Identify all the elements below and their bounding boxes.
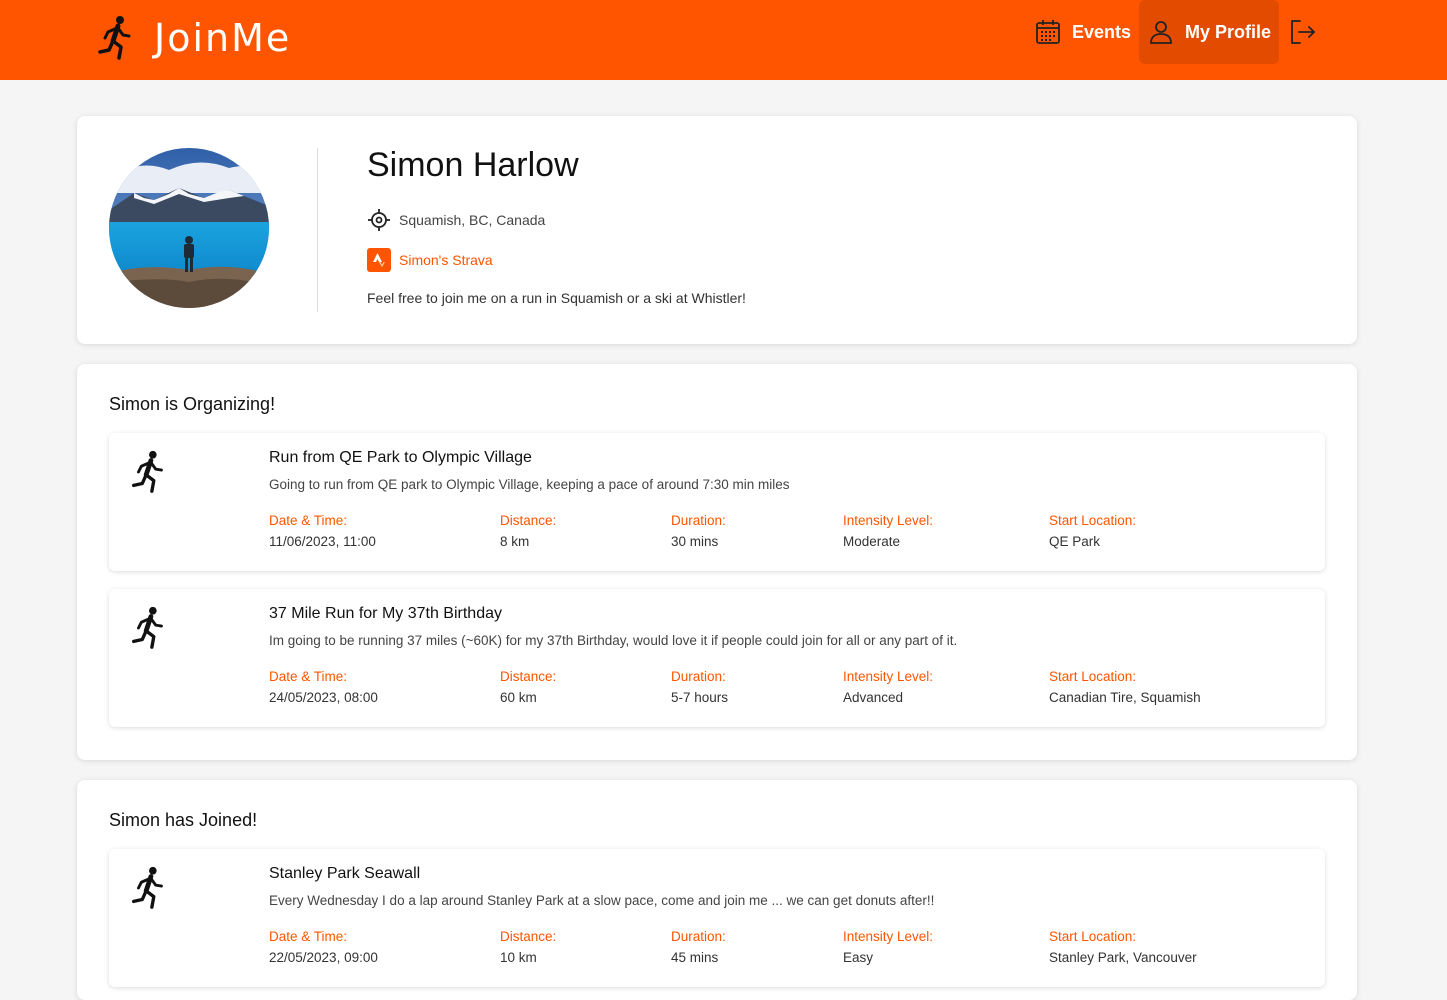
date-value: 11/06/2023, 11:00 [269,534,376,549]
profile-card: Simon Harlow Squamish, BC, Canada Simon'… [77,116,1357,344]
event-card[interactable]: Stanley Park Seawall Every Wednesday I d… [109,849,1325,987]
intensity-label: Intensity Level: [843,929,934,944]
date-label: Date & Time: [269,929,348,944]
event-duration-field: Duration: 5-7 hours [671,669,728,705]
logout-button[interactable] [1279,0,1327,64]
strava-icon [367,248,391,272]
distance-value: 8 km [500,534,530,549]
intensity-value: Easy [843,950,874,965]
main-nav: Events My Profile [1026,0,1327,64]
date-value: 22/05/2023, 09:00 [269,950,378,965]
event-title[interactable]: 37 Mile Run for My 37th Birthday [269,605,502,623]
organizing-title: Simon is Organizing! [109,394,276,414]
event-distance-field: Distance: 10 km [500,929,556,965]
start-value: Stanley Park, Vancouver [1049,950,1197,965]
brand-name: JoinMe [154,16,292,60]
logout-icon [1291,20,1315,44]
event-description: Going to run from QE park to Olympic Vil… [269,477,790,492]
event-start-field: Start Location: QE Park [1049,513,1136,549]
duration-value: 30 mins [671,534,719,549]
calendar-icon [1036,20,1060,44]
event-date-field: Date & Time: 24/05/2023, 08:00 [269,669,378,705]
intensity-value: Advanced [843,690,904,705]
nav-events[interactable]: Events [1026,0,1139,64]
event-distance-field: Distance: 8 km [500,513,556,549]
event-intensity-field: Intensity Level: Easy [843,929,933,965]
distance-value: 10 km [500,950,537,965]
duration-label: Duration: [671,929,726,944]
distance-label: Distance: [500,669,557,684]
duration-value: 45 mins [671,950,719,965]
event-intensity-field: Intensity Level: Advanced [843,669,933,705]
location-text: Squamish, BC, Canada [399,212,546,228]
event-intensity-field: Intensity Level: Moderate [843,513,933,549]
nav-profile-label: My Profile [1184,21,1271,42]
profile-name: Simon Harlow [367,146,579,184]
start-label: Start Location: [1049,513,1137,528]
event-duration-field: Duration: 30 mins [671,513,726,549]
profile-divider [317,148,318,312]
runner-icon [98,16,131,60]
avatar [109,148,269,308]
intensity-label: Intensity Level: [843,513,934,528]
profile-location: Squamish, BC, Canada [367,208,545,232]
date-label: Date & Time: [269,669,348,684]
event-description: Every Wednesday I do a lap around Stanle… [269,893,935,908]
strava-link[interactable]: Simon's Strava [399,252,493,268]
start-label: Start Location: [1049,929,1137,944]
organizing-section: Simon is Organizing! Run from QE Park to… [77,364,1357,760]
date-label: Date & Time: [269,513,348,528]
duration-value: 5-7 hours [671,690,729,705]
event-date-field: Date & Time: 22/05/2023, 09:00 [269,929,378,965]
duration-label: Duration: [671,669,726,684]
event-title[interactable]: Stanley Park Seawall [269,865,420,883]
runner-icon [131,450,163,493]
event-title[interactable]: Run from QE Park to Olympic Village [269,449,532,467]
start-label: Start Location: [1049,669,1137,684]
event-description: Im going to be running 37 miles (~60K) f… [269,633,958,648]
event-date-field: Date & Time: 11/06/2023, 11:00 [269,513,376,549]
location-target-icon [368,209,390,231]
event-start-field: Start Location: Canadian Tire, Squamish [1049,669,1201,705]
distance-value: 60 km [500,690,537,705]
user-icon [1150,21,1172,44]
strava-row: Simon's Strava [367,248,493,272]
event-card[interactable]: Run from QE Park to Olympic Village Goin… [109,433,1325,571]
intensity-label: Intensity Level: [843,669,934,684]
distance-label: Distance: [500,513,557,528]
intensity-value: Moderate [843,534,901,549]
event-distance-field: Distance: 60 km [500,669,556,705]
top-navbar: JoinMe Events My Profile [0,0,1447,80]
nav-events-label: Events [1071,21,1131,42]
start-value: Canadian Tire, Squamish [1049,690,1201,705]
distance-label: Distance: [500,929,557,944]
nav-my-profile[interactable]: My Profile [1138,0,1279,64]
joined-section: Simon has Joined! Stanley Park Seawall E… [77,780,1357,1000]
event-start-field: Start Location: Stanley Park, Vancouver [1049,929,1197,965]
event-duration-field: Duration: 45 mins [671,929,726,965]
start-value: QE Park [1049,534,1101,549]
brand-logo[interactable]: JoinMe [96,8,291,68]
date-value: 24/05/2023, 08:00 [269,690,378,705]
event-card[interactable]: 37 Mile Run for My 37th Birthday Im goin… [109,589,1325,727]
duration-label: Duration: [671,513,726,528]
runner-icon [131,866,163,909]
joined-title: Simon has Joined! [109,810,258,830]
profile-photo [109,148,269,308]
runner-icon [131,606,163,649]
profile-bio: Feel free to join me on a run in Squamis… [367,290,746,306]
